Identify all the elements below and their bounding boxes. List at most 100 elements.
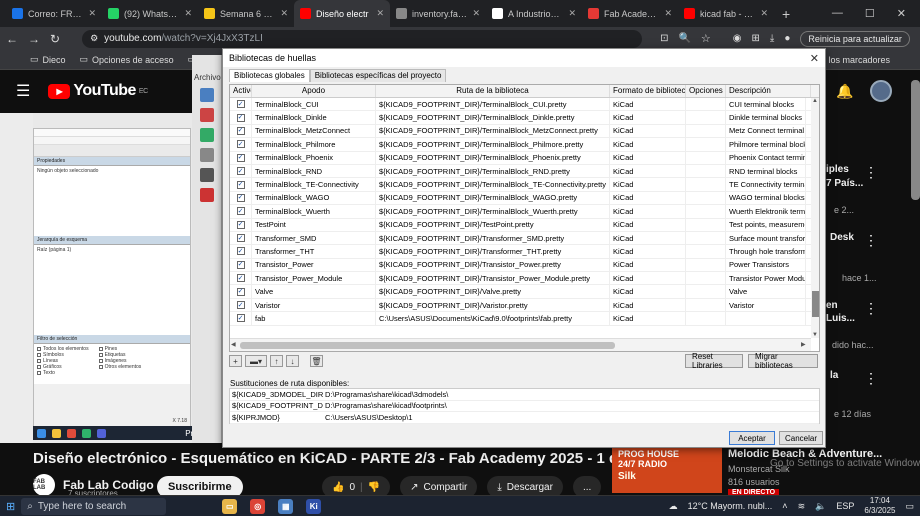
- site-info-icon[interactable]: ⚙: [90, 33, 98, 44]
- table-row[interactable]: ✓ Valve ${KICAD9_FOOTPRINT_DIR}/Valve.pr…: [230, 285, 819, 299]
- table-row[interactable]: ✓ Varistor ${KICAD9_FOOTPRINT_DIR}/Varis…: [230, 298, 819, 313]
- nickname-cell[interactable]: Varistor: [252, 298, 376, 312]
- column-header[interactable]: Activo: [230, 85, 252, 97]
- table-row[interactable]: ✓ TerminalBlock_Philmore ${KICAD9_FOOTPR…: [230, 138, 819, 152]
- address-bar[interactable]: ⚙ youtube.com/watch?v=Xj4JxX3TzLI: [82, 29, 643, 48]
- tab-close-icon[interactable]: ✕: [280, 8, 288, 19]
- weather-icon[interactable]: ☁: [669, 501, 678, 512]
- table-row[interactable]: ✓ Transformer_SMD ${KICAD9_FOOTPRINT_DIR…: [230, 231, 819, 246]
- description-cell[interactable]: Surface mount transform: [726, 231, 806, 245]
- table-row[interactable]: ✓ Transformer_THT ${KICAD9_FOOTPRINT_DIR…: [230, 245, 819, 259]
- thumbs-down-icon[interactable]: 👎: [368, 482, 380, 493]
- browser-tab[interactable]: Fab Academy 20 ✕: [582, 0, 678, 27]
- active-checkbox[interactable]: ✓: [236, 153, 245, 162]
- browser-tab[interactable]: inventory.fabcloud ✕: [390, 0, 486, 27]
- description-cell[interactable]: WAGO terminal blocks: [726, 191, 806, 205]
- active-checkbox[interactable]: ✓: [236, 301, 245, 310]
- path-cell[interactable]: ${KICAD9_FOOTPRINT_DIR}/Transistor_Power…: [376, 258, 610, 272]
- path-cell[interactable]: ${KICAD9_FOOTPRINT_DIR}/TerminalBlock_Di…: [376, 111, 610, 124]
- description-cell[interactable]: Metz Connect terminal bl: [726, 124, 806, 138]
- more-options-icon[interactable]: ⋮: [864, 164, 878, 181]
- description-cell[interactable]: Test points, measuremen: [726, 218, 806, 231]
- nickname-cell[interactable]: TerminalBlock_Dinkle: [252, 111, 376, 124]
- active-checkbox[interactable]: ✓: [236, 314, 245, 323]
- format-cell[interactable]: KiCad: [610, 98, 686, 111]
- table-vertical-scrollbar[interactable]: ▲ ▼: [811, 98, 819, 338]
- path-cell[interactable]: ${KICAD9_FOOTPRINT_DIR}/TestPoint.pretty: [376, 218, 610, 231]
- profile-icon[interactable]: ●: [784, 33, 790, 44]
- extensions-puzzle-icon[interactable]: ⊞: [752, 33, 760, 44]
- scrollbar-thumb[interactable]: [812, 291, 819, 317]
- description-cell[interactable]: RND terminal blocks: [726, 164, 806, 178]
- path-cell[interactable]: ${KICAD9_FOOTPRINT_DIR}/TerminalBlock_Wu…: [376, 205, 610, 218]
- tab-close-icon[interactable]: ✕: [760, 8, 768, 19]
- close-icon[interactable]: ✕: [810, 52, 819, 65]
- path-cell[interactable]: ${KICAD9_FOOTPRINT_DIR}/Transformer_SMD.…: [376, 231, 610, 245]
- options-cell[interactable]: [686, 312, 726, 325]
- open-folder-icon[interactable]: ▬▾: [245, 355, 267, 367]
- format-cell[interactable]: KiCad: [610, 111, 686, 124]
- install-icon[interactable]: ⊡: [660, 33, 668, 44]
- format-cell[interactable]: KiCad: [610, 178, 686, 191]
- column-header[interactable]: Descripción: [726, 85, 811, 97]
- options-cell[interactable]: [686, 111, 726, 124]
- options-cell[interactable]: [686, 298, 726, 312]
- path-cell[interactable]: ${KICAD9_FOOTPRINT_DIR}/TerminalBlock_Ph…: [376, 138, 610, 151]
- description-cell[interactable]: [726, 312, 806, 325]
- more-options-icon[interactable]: ⋮: [864, 370, 878, 387]
- notification-icon[interactable]: ▭: [905, 501, 914, 512]
- toolbar-icon[interactable]: [199, 108, 214, 122]
- tab-close-icon[interactable]: ✕: [88, 8, 96, 19]
- table-row[interactable]: ✓ TerminalBlock_Wuerth ${KICAD9_FOOTPRIN…: [230, 205, 819, 219]
- nickname-cell[interactable]: TerminalBlock_CUI: [252, 98, 376, 111]
- close-icon[interactable]: ✕: [897, 7, 906, 20]
- zoom-icon[interactable]: 🔍: [678, 33, 690, 44]
- active-checkbox[interactable]: ✓: [236, 247, 245, 256]
- table-row[interactable]: ✓ Transistor_Power_Module ${KICAD9_FOOTP…: [230, 272, 819, 286]
- migrate-libraries-button[interactable]: Migrar bibliotecas: [748, 352, 818, 370]
- tab-project-libraries[interactable]: Bibliotecas específicas del proyecto: [309, 69, 447, 82]
- format-cell[interactable]: KiCad: [610, 245, 686, 258]
- format-cell[interactable]: KiCad: [610, 285, 686, 298]
- options-cell[interactable]: [686, 191, 726, 205]
- path-cell[interactable]: C:\Users\ASUS\Documents\KiCad\9.0\footpr…: [376, 312, 610, 325]
- format-cell[interactable]: KiCad: [610, 231, 686, 245]
- format-cell[interactable]: KiCad: [610, 151, 686, 164]
- channel-avatar[interactable]: FAB LAB: [33, 474, 55, 496]
- column-header[interactable]: Apodo: [252, 85, 376, 97]
- options-cell[interactable]: [686, 151, 726, 164]
- table-row[interactable]: ✓ TerminalBlock_TE-Connectivity ${KICAD9…: [230, 178, 819, 192]
- more-options-icon[interactable]: ⋮: [864, 300, 878, 317]
- options-cell[interactable]: [686, 258, 726, 272]
- path-cell[interactable]: ${KICAD9_FOOTPRINT_DIR}/TerminalBlock_WA…: [376, 191, 610, 205]
- delete-icon[interactable]: 🗑: [310, 355, 323, 367]
- taskbar-clock[interactable]: 17:04 6/3/2025: [864, 496, 895, 516]
- nickname-cell[interactable]: Valve: [252, 285, 376, 298]
- options-cell[interactable]: [686, 285, 726, 298]
- hamburger-menu-icon[interactable]: ☰: [16, 81, 30, 101]
- forward-icon[interactable]: →: [28, 32, 40, 46]
- active-checkbox[interactable]: ✓: [236, 113, 245, 122]
- calculator-icon[interactable]: ▦: [278, 498, 294, 514]
- path-cell[interactable]: ${KICAD9_FOOTPRINT_DIR}/Transformer_THT.…: [376, 245, 610, 258]
- active-checkbox[interactable]: ✓: [236, 180, 245, 189]
- nickname-cell[interactable]: TerminalBlock_Wuerth: [252, 205, 376, 218]
- taskbar-search[interactable]: ⌕ Type here to search: [21, 497, 167, 515]
- nickname-cell[interactable]: TerminalBlock_MetzConnect: [252, 124, 376, 138]
- active-checkbox[interactable]: ✓: [236, 167, 245, 176]
- options-cell[interactable]: [686, 164, 726, 178]
- tab-global-libraries[interactable]: Bibliotecas globales: [229, 69, 310, 82]
- column-header[interactable]: Opciones: [686, 85, 726, 97]
- nickname-cell[interactable]: TestPoint: [252, 218, 376, 231]
- recommendation-title[interactable]: Desk: [830, 232, 854, 243]
- file-explorer-icon[interactable]: ▭: [222, 498, 238, 514]
- browser-tab[interactable]: (92) WhatsApp ✕: [102, 0, 198, 27]
- table-row[interactable]: ✓ fab C:\Users\ASUS\Documents\KiCad\9.0\…: [230, 312, 819, 326]
- user-avatar[interactable]: [870, 80, 892, 102]
- recommendation-title[interactable]: la: [830, 370, 838, 381]
- extension-icon[interactable]: ◉: [733, 33, 742, 44]
- format-cell[interactable]: KiCad: [610, 258, 686, 272]
- format-cell[interactable]: KiCad: [610, 205, 686, 218]
- column-header[interactable]: Ruta de la biblioteca: [376, 85, 610, 97]
- options-cell[interactable]: [686, 218, 726, 231]
